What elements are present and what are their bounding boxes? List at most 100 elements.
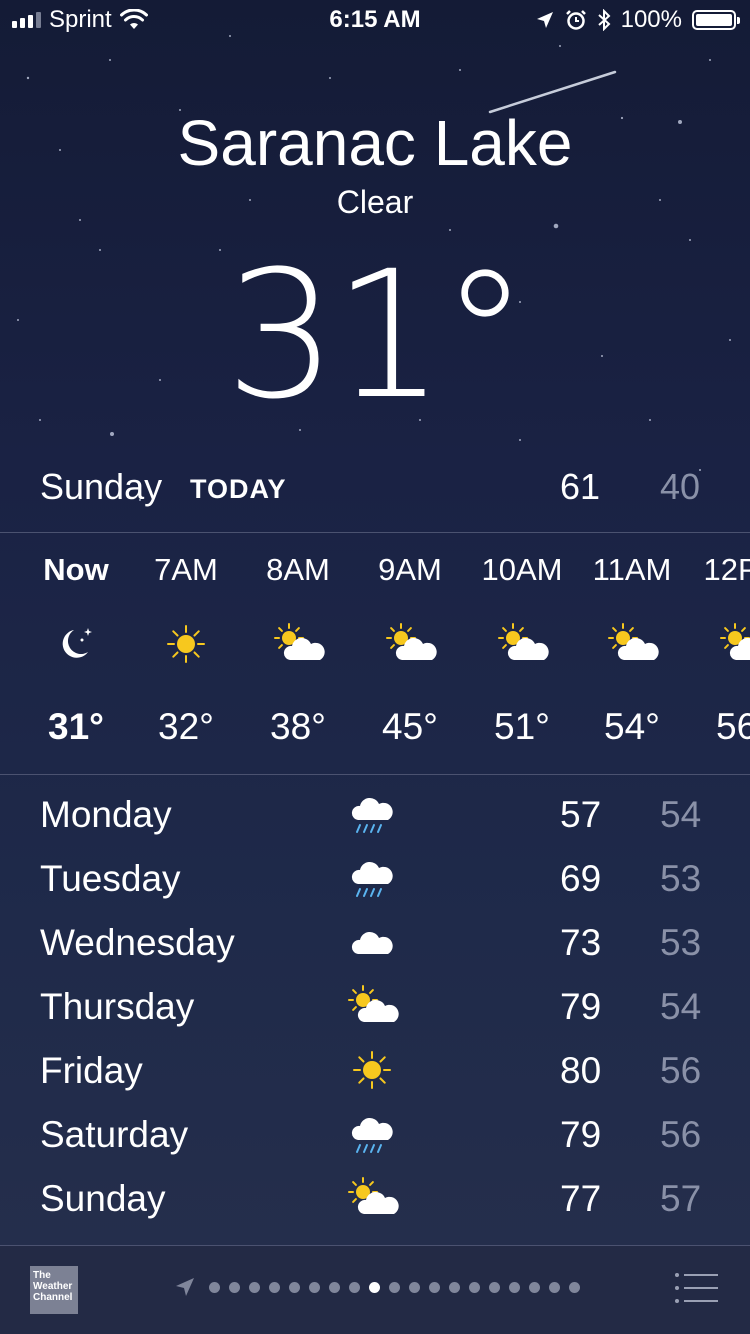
day-high: 79 xyxy=(560,986,602,1027)
page-dot[interactable] xyxy=(509,1281,520,1293)
hour-temperature: 51° xyxy=(494,706,550,747)
page-dot[interactable] xyxy=(529,1281,540,1293)
page-dot[interactable] xyxy=(389,1281,400,1293)
page-indicator[interactable] xyxy=(174,1276,580,1298)
page-dot[interactable] xyxy=(249,1281,260,1293)
page-dot[interactable] xyxy=(489,1281,500,1293)
hour-temperature: 38° xyxy=(270,706,326,747)
hourly-item: 10AM 51° xyxy=(466,534,578,772)
hour-temperature: 56° xyxy=(716,706,750,747)
page-dot[interactable] xyxy=(349,1281,360,1293)
divider xyxy=(0,532,750,533)
location-arrow-icon xyxy=(176,1278,194,1296)
page-dot[interactable] xyxy=(309,1281,320,1293)
daily-row: Monday 57 54 xyxy=(0,784,750,848)
partly-cloudy-icon xyxy=(604,622,660,666)
today-low: 40 xyxy=(660,466,701,507)
list-icon[interactable] xyxy=(674,1272,718,1304)
daily-row: Sunday 77 57 xyxy=(0,1168,750,1232)
rain-icon xyxy=(344,1112,400,1158)
hourly-item: 9AM 45° xyxy=(354,534,466,772)
rain-icon xyxy=(344,856,400,902)
page-dot[interactable] xyxy=(369,1281,380,1293)
battery-icon xyxy=(692,10,740,30)
day-name: Friday xyxy=(40,1050,143,1091)
hour-label: 9AM xyxy=(378,552,442,587)
location-icon xyxy=(536,12,553,28)
page-dot[interactable] xyxy=(329,1281,340,1293)
hour-temperature: 45° xyxy=(382,706,438,747)
day-high: 80 xyxy=(560,1050,602,1091)
today-summary: Sunday TODAY 61 40 xyxy=(0,462,750,522)
day-low: 53 xyxy=(660,922,702,963)
hour-temperature: 31° xyxy=(48,706,104,747)
day-high: 73 xyxy=(560,922,602,963)
current-condition: Clear xyxy=(336,184,414,220)
daily-row: Tuesday 69 53 xyxy=(0,848,750,912)
page-dot[interactable] xyxy=(429,1281,440,1293)
hour-temperature: 32° xyxy=(158,706,214,747)
page-dot[interactable] xyxy=(289,1281,300,1293)
partly-cloudy-icon xyxy=(344,984,400,1030)
day-name: Sunday xyxy=(40,1178,166,1219)
day-low: 56 xyxy=(660,1050,702,1091)
alarm-icon xyxy=(565,10,586,30)
partly-cloudy-icon xyxy=(344,1176,400,1222)
hour-label: 10AM xyxy=(481,552,563,587)
status-bar: Sprint 6:15 AM 100% xyxy=(0,0,750,40)
hourly-item: Now 31° xyxy=(20,534,132,772)
sun-icon xyxy=(158,622,214,666)
day-name: Saturday xyxy=(40,1114,189,1155)
day-low: 57 xyxy=(660,1178,702,1219)
day-name: Tuesday xyxy=(40,858,181,899)
daily-row: Wednesday 73 53 xyxy=(0,912,750,976)
today-high: 61 xyxy=(560,466,601,507)
partly-cloudy-icon xyxy=(382,622,438,666)
day-low: 54 xyxy=(660,986,702,1027)
hour-temperature: 54° xyxy=(604,706,660,747)
page-dot[interactable] xyxy=(269,1281,280,1293)
day-high: 77 xyxy=(560,1178,602,1219)
day-low: 56 xyxy=(660,1114,702,1155)
page-dot[interactable] xyxy=(229,1281,240,1293)
hourly-item: 8AM 38° xyxy=(242,534,354,772)
battery-percent: 100% xyxy=(620,6,682,33)
day-name: Monday xyxy=(40,794,172,835)
page-dot[interactable] xyxy=(449,1281,460,1293)
daily-row: Thursday 79 54 xyxy=(0,976,750,1040)
page-dot[interactable] xyxy=(209,1281,220,1293)
day-high: 57 xyxy=(560,794,602,835)
day-name: Wednesday xyxy=(40,922,235,963)
battery-fill xyxy=(696,14,732,26)
status-icons: 100% xyxy=(535,6,740,34)
moon-stars-icon xyxy=(48,622,104,666)
today-day: Sunday xyxy=(40,466,163,507)
sun-icon xyxy=(344,1048,400,1094)
page-dot[interactable] xyxy=(409,1281,420,1293)
page-dot[interactable] xyxy=(569,1281,580,1293)
daily-row: Friday 80 56 xyxy=(0,1040,750,1104)
hourly-item: 11AM 54° xyxy=(576,534,688,772)
day-low: 53 xyxy=(660,858,702,899)
divider xyxy=(0,774,750,775)
page-dot[interactable] xyxy=(549,1281,560,1293)
hourly-item: 7AM 32° xyxy=(130,534,242,772)
daily-row: Saturday 79 56 xyxy=(0,1104,750,1168)
city-name: Saranac Lake xyxy=(177,107,573,179)
hourly-item: 12PM 56° xyxy=(688,534,750,772)
current-temperature: 31° xyxy=(225,233,529,438)
page-dot[interactable] xyxy=(469,1281,480,1293)
day-high: 79 xyxy=(560,1114,602,1155)
partly-cloudy-icon xyxy=(270,622,326,666)
rain-icon xyxy=(344,792,400,838)
today-label: TODAY xyxy=(190,474,287,504)
day-low: 54 xyxy=(660,794,702,835)
hourly-forecast[interactable]: Now 31° 7AM 32° 8AM 38° 9AM 45° 10AM 51° 11AM… xyxy=(0,534,750,772)
day-name: Thursday xyxy=(40,986,195,1027)
hour-label: 12PM xyxy=(703,552,750,587)
hour-label: 7AM xyxy=(154,552,218,587)
weather-channel-logo[interactable]: The Weather Channel xyxy=(30,1266,78,1314)
hour-label: 11AM xyxy=(592,552,672,587)
cloud-icon xyxy=(344,920,400,966)
hour-label: 8AM xyxy=(266,552,330,587)
